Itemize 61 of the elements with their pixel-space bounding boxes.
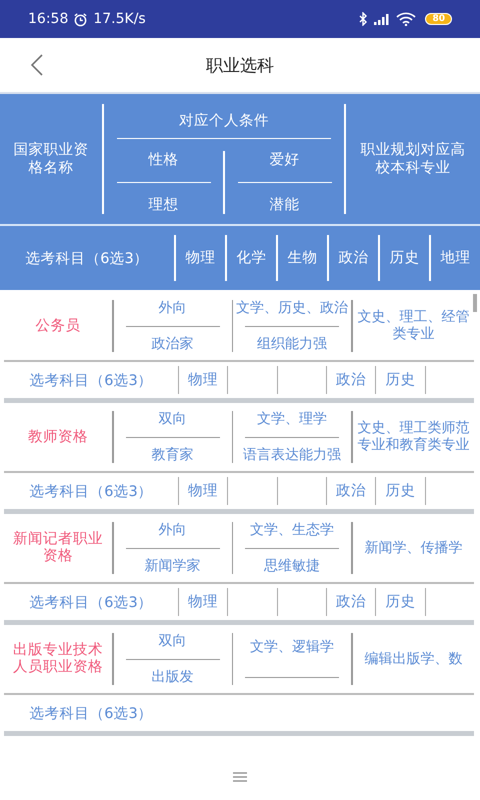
scrollbar-thumb: [473, 294, 477, 312]
table-cell: 思维敏捷: [264, 558, 320, 574]
subject-heading: 生物: [276, 235, 327, 281]
menu-icon[interactable]: [233, 772, 247, 782]
table-cell: 编辑出版学、数: [364, 650, 462, 668]
subject-cell: 政治: [336, 483, 366, 499]
table-cell: 教育家: [152, 446, 194, 464]
subject-heading: 政治: [327, 235, 378, 281]
subjects-label: 选考科目（6选3）: [28, 372, 154, 390]
subject-cell: 政治: [336, 372, 366, 388]
column-heading: 性格: [148, 151, 178, 169]
career-name: 公务员: [36, 318, 80, 334]
table-cell: 文学、历史、政治: [236, 300, 348, 316]
table-cell: 新闻学家: [144, 558, 200, 574]
table-cell: 文学、逻辑学: [250, 638, 334, 656]
network-speed: 17.5K/s: [93, 11, 146, 27]
subjects-label: 选考科目（6选3）: [24, 250, 150, 268]
table-cell: 双向: [158, 410, 186, 428]
column-heading: 潜能: [270, 196, 300, 214]
column-heading: 理想: [148, 196, 178, 214]
table-cell: 双向: [158, 632, 186, 650]
wifi-icon: [396, 12, 416, 26]
table-cell: 出版发: [152, 668, 194, 686]
subject-cell: 物理: [188, 483, 218, 499]
column-heading: 对应个人条件: [117, 104, 331, 139]
signal-icon: [373, 13, 392, 25]
page-title: 职业选科: [206, 54, 274, 76]
subject-heading: 物理: [174, 235, 225, 281]
subject-cell: 历史: [385, 483, 416, 499]
table-cell: 外向: [158, 522, 186, 538]
subject-heading: 化学: [225, 235, 276, 281]
table-cell: 政治家: [152, 336, 194, 352]
subject-cell: 历史: [385, 372, 416, 388]
career-name: 新闻记者职业资格: [12, 531, 104, 565]
table-cell: 组织能力强: [257, 336, 327, 352]
subject-heading: 地理: [429, 235, 480, 281]
subject-heading: 历史: [378, 235, 429, 281]
clock-time: 16:58: [28, 11, 68, 27]
table-cell: 文学、理学: [257, 410, 327, 428]
table-cell-text: 文史、理工类师范专业和教育类专业: [356, 420, 470, 454]
table-cell: 外向: [158, 300, 186, 316]
battery-indicator: 80: [425, 13, 452, 25]
career-name: 出版专业技术人员职业资格: [12, 642, 104, 676]
table-cell: 新闻学、传播学: [364, 540, 462, 556]
back-icon[interactable]: [30, 53, 44, 77]
subject-cell: 物理: [188, 594, 218, 610]
subject-cell: 历史: [385, 594, 416, 610]
subjects-label: 选考科目（6选3）: [28, 482, 154, 500]
subject-cell: 物理: [188, 372, 218, 388]
table-cell-text: 文史、理工、经管类专业: [356, 309, 470, 343]
subjects-label: 选考科目（6选3）: [28, 704, 154, 722]
bluetooth-icon: [358, 12, 368, 26]
career-name: 教师资格: [28, 428, 88, 446]
column-heading: 国家职业资格名称: [12, 141, 90, 177]
subjects-label: 选考科目（6选3）: [28, 594, 154, 612]
table-cell: 文学、生态学: [250, 522, 334, 538]
column-heading: 职业规划对应高校本科专业: [360, 141, 466, 177]
alarm-clock-icon: [73, 12, 88, 26]
subject-cell: 政治: [336, 594, 366, 610]
table-cell: 语言表达能力强: [243, 446, 341, 464]
column-heading: 爱好: [270, 151, 300, 169]
